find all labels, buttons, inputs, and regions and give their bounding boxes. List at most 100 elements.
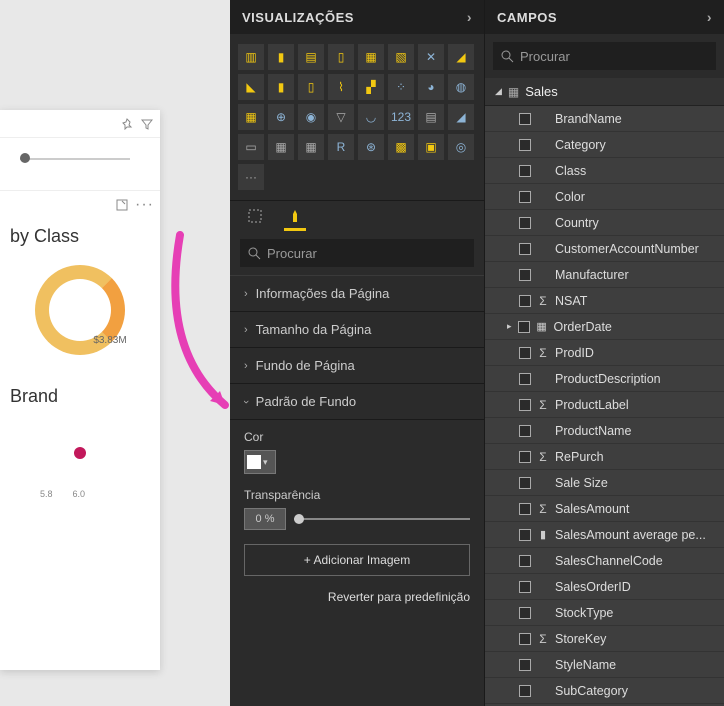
viz-r-icon[interactable]: R [328, 134, 354, 160]
chevron-right-icon[interactable]: › [707, 9, 712, 25]
transparency-slider[interactable] [294, 518, 470, 520]
viz-waterfall-icon[interactable]: ▞ [358, 74, 384, 100]
fields-pane-header[interactable]: CAMPOS › [485, 0, 724, 34]
field-checkbox[interactable] [519, 633, 531, 645]
viz-pie-icon[interactable]: ◕ [418, 74, 444, 100]
viz-stacked-area-icon[interactable]: ◣ [238, 74, 264, 100]
field-checkbox[interactable] [519, 659, 531, 671]
viz-clustered-column-icon[interactable]: ▯ [328, 44, 354, 70]
field-row[interactable]: ▮SalesAmount average pe... [485, 522, 724, 548]
field-checkbox[interactable] [518, 321, 530, 333]
report-card[interactable]: ··· by Class $3.83M Brand 5.8 6.0 [0, 110, 160, 670]
field-row[interactable]: ▸▦OrderDate [485, 314, 724, 340]
field-checkbox[interactable] [519, 295, 531, 307]
scatter-point[interactable] [74, 447, 86, 459]
transparency-value[interactable]: 0 % [244, 508, 286, 530]
field-checkbox[interactable] [519, 373, 531, 385]
viz-line-column-icon[interactable]: ▮ [268, 74, 294, 100]
field-checkbox[interactable] [519, 477, 531, 489]
field-row[interactable]: Sale Size [485, 470, 724, 496]
field-row[interactable]: Class [485, 158, 724, 184]
viz-scatter-icon[interactable]: ⁘ [388, 74, 414, 100]
viz-custom1-icon[interactable]: ▩ [388, 134, 414, 160]
viz-more-icon[interactable]: ··· [238, 164, 264, 190]
viz-stacked-bar-icon[interactable]: ▥ [238, 44, 264, 70]
field-checkbox[interactable] [519, 503, 531, 515]
viz-area-icon[interactable]: ◢ [448, 44, 474, 70]
field-checkbox[interactable] [519, 139, 531, 151]
chevron-right-icon[interactable]: › [467, 9, 472, 25]
field-checkbox[interactable] [519, 399, 531, 411]
field-checkbox[interactable] [519, 451, 531, 463]
viz-stacked-column-icon[interactable]: ▮ [268, 44, 294, 70]
field-checkbox[interactable] [519, 191, 531, 203]
viz-line-clustered-icon[interactable]: ▯ [298, 74, 324, 100]
viz-filled-map-icon[interactable]: ◉ [298, 104, 324, 130]
viz-kpi-icon[interactable]: ◢ [448, 104, 474, 130]
field-checkbox[interactable] [519, 347, 531, 359]
field-row[interactable]: StyleName [485, 652, 724, 678]
section-page-background[interactable]: › Fundo de Página [230, 348, 484, 384]
field-checkbox[interactable] [519, 685, 531, 697]
viz-line-icon[interactable]: ✕ [418, 44, 444, 70]
field-row[interactable]: Manufacturer [485, 262, 724, 288]
viz-ribbon-icon[interactable]: ⌇ [328, 74, 354, 100]
color-picker[interactable]: ▾ [244, 450, 276, 474]
viz-funnel-icon[interactable]: ▽ [328, 104, 354, 130]
viz-table-icon[interactable]: ▦ [268, 134, 294, 160]
field-row[interactable]: StockType [485, 600, 724, 626]
field-row[interactable]: SubCategory [485, 678, 724, 704]
field-row[interactable]: ΣRePurch [485, 444, 724, 470]
field-row[interactable]: SalesChannelCode [485, 548, 724, 574]
viz-search[interactable]: Procurar [240, 239, 474, 267]
field-checkbox[interactable] [519, 243, 531, 255]
field-row[interactable]: ProductDescription [485, 366, 724, 392]
field-row[interactable]: SalesOrderID [485, 574, 724, 600]
field-row[interactable]: Country [485, 210, 724, 236]
field-checkbox[interactable] [519, 269, 531, 281]
viz-pane-header[interactable]: VISUALIZAÇÕES › [230, 0, 484, 34]
field-checkbox[interactable] [519, 529, 531, 541]
table-header[interactable]: ◢ ▦ Sales [485, 78, 724, 106]
field-row[interactable]: ΣProductLabel [485, 392, 724, 418]
viz-slicer-icon[interactable]: ▭ [238, 134, 264, 160]
section-page-info[interactable]: › Informações da Página [230, 276, 484, 312]
field-row[interactable]: ProductName [485, 418, 724, 444]
expand-icon[interactable]: ▸ [507, 321, 512, 332]
viz-clustered-bar-icon[interactable]: ▤ [298, 44, 324, 70]
pin-icon[interactable] [120, 117, 134, 131]
viz-100-bar-icon[interactable]: ▦ [358, 44, 384, 70]
format-tab[interactable] [284, 209, 306, 231]
viz-matrix-icon[interactable]: ▦ [298, 134, 324, 160]
viz-card-icon[interactable]: 123 [388, 104, 414, 130]
field-checkbox[interactable] [519, 555, 531, 567]
field-checkbox[interactable] [519, 425, 531, 437]
revert-to-default[interactable]: Reverter para predefinição [244, 586, 470, 604]
report-canvas[interactable]: ··· by Class $3.83M Brand 5.8 6.0 [0, 0, 230, 706]
field-row[interactable]: Color [485, 184, 724, 210]
add-image-button[interactable]: + Adicionar Imagem [244, 544, 470, 576]
visual-slider[interactable] [20, 158, 130, 160]
field-row[interactable]: BrandName [485, 106, 724, 132]
viz-multi-card-icon[interactable]: ▤ [418, 104, 444, 130]
viz-arcgis-icon[interactable]: ⊛ [358, 134, 384, 160]
viz-treemap-icon[interactable]: ▦ [238, 104, 264, 130]
field-checkbox[interactable] [519, 581, 531, 593]
section-page-size[interactable]: › Tamanho da Página [230, 312, 484, 348]
field-checkbox[interactable] [519, 217, 531, 229]
fields-list[interactable]: ◢ ▦ Sales BrandNameCategoryClassColorCou… [485, 78, 724, 706]
fields-search[interactable]: Procurar [493, 42, 716, 70]
field-checkbox[interactable] [519, 165, 531, 177]
filter-clear-icon[interactable] [140, 117, 154, 131]
viz-gauge-icon[interactable]: ◡ [358, 104, 384, 130]
field-row[interactable]: ΣNSAT [485, 288, 724, 314]
fields-tab[interactable] [244, 209, 266, 231]
field-checkbox[interactable] [519, 607, 531, 619]
field-row[interactable]: ΣStoreKey [485, 626, 724, 652]
more-icon[interactable]: ··· [135, 196, 154, 214]
field-checkbox[interactable] [519, 113, 531, 125]
focus-icon[interactable] [115, 198, 129, 212]
viz-custom2-icon[interactable]: ▣ [418, 134, 444, 160]
section-wallpaper[interactable]: › Padrão de Fundo [230, 384, 484, 420]
viz-custom3-icon[interactable]: ◎ [448, 134, 474, 160]
